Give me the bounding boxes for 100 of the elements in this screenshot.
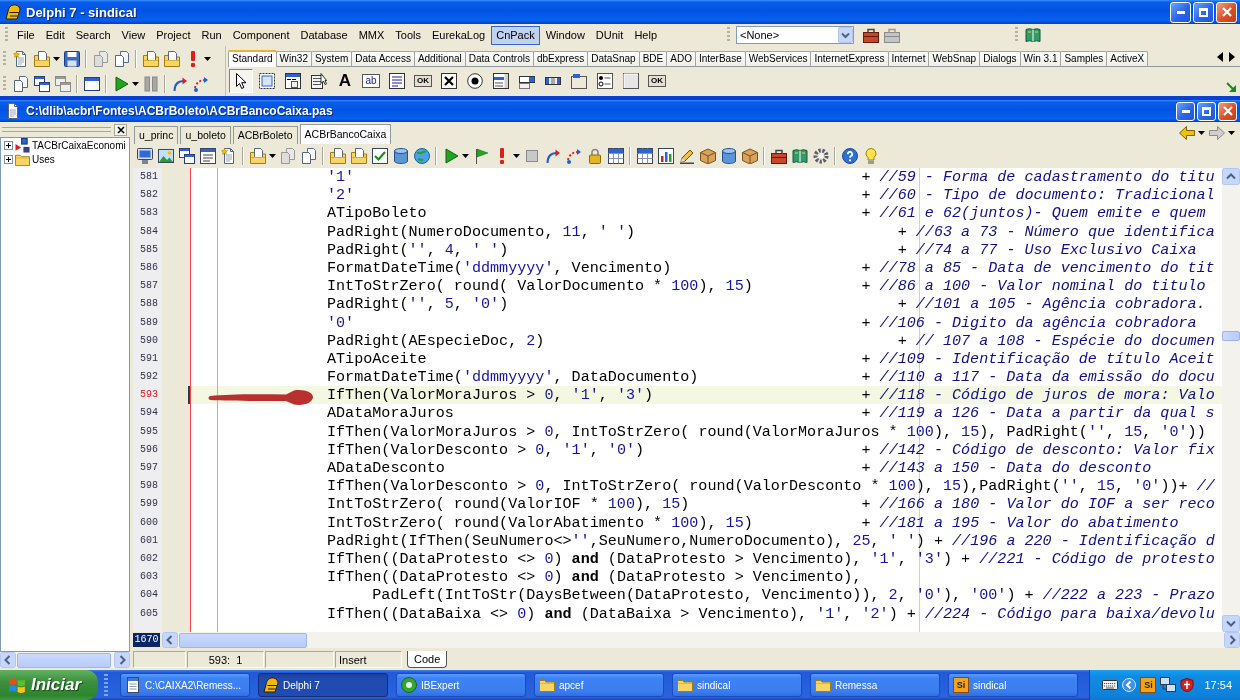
folder-document-icon[interactable] xyxy=(329,148,346,164)
palette-tab[interactable]: Additional xyxy=(413,51,466,66)
tick-box-icon[interactable] xyxy=(371,148,388,164)
box-icon[interactable] xyxy=(741,148,758,164)
dropdown-icon[interactable] xyxy=(838,27,853,43)
palette-tab[interactable]: dbExpress xyxy=(532,51,589,66)
picture-icon[interactable] xyxy=(157,148,174,164)
menu-item[interactable]: View xyxy=(116,25,151,45)
palette-tab[interactable]: Internet xyxy=(887,51,930,66)
layout-combo-box[interactable]: <None> xyxy=(736,26,854,44)
menu-item[interactable]: Search xyxy=(70,25,116,45)
box-icon[interactable] xyxy=(699,148,716,164)
minimize-button[interactable] xyxy=(1170,1,1191,23)
gear-icon[interactable] xyxy=(812,148,829,164)
palette-tab[interactable]: Data Access xyxy=(351,51,415,66)
palette-tab[interactable]: ActiveX xyxy=(1106,51,1149,66)
monitor-icon[interactable] xyxy=(136,148,153,164)
scrollbar-thumb[interactable] xyxy=(179,632,307,648)
grid-icon[interactable] xyxy=(607,148,624,164)
component-button[interactable] xyxy=(229,69,253,93)
documents-icon[interactable] xyxy=(113,50,130,67)
palette-tab[interactable]: Data Controls xyxy=(464,51,534,66)
bar-chart-icon[interactable] xyxy=(657,148,674,164)
maximize-button[interactable] xyxy=(1193,1,1214,23)
menu-item[interactable]: File xyxy=(12,25,40,45)
dotted-arrow-icon[interactable] xyxy=(192,75,209,92)
tree-item[interactable]: TACBrCaixaEconomi xyxy=(32,139,126,151)
folder-document-icon[interactable] xyxy=(163,50,180,67)
menu-item[interactable]: Edit xyxy=(40,25,70,45)
caret-icon[interactable] xyxy=(132,81,139,86)
database-icon[interactable] xyxy=(720,148,737,164)
list-icon[interactable] xyxy=(199,148,216,164)
pencil-icon[interactable] xyxy=(678,148,695,164)
play-icon[interactable] xyxy=(442,148,459,164)
taskbar-button[interactable]: Si sindical xyxy=(948,673,1078,697)
component-button[interactable]: ab xyxy=(359,69,383,93)
exclamation-icon[interactable] xyxy=(498,148,505,164)
menu-item[interactable]: Run xyxy=(196,25,227,45)
minimize-button[interactable] xyxy=(1176,101,1195,121)
keyboard-icon[interactable] xyxy=(1102,677,1119,693)
windows-icon[interactable] xyxy=(33,75,50,92)
book-icon[interactable] xyxy=(791,148,808,164)
component-button[interactable]: A xyxy=(333,69,357,93)
left-arrow-icon[interactable] xyxy=(1178,125,1195,141)
exclamation-icon[interactable] xyxy=(189,50,196,67)
menu-item[interactable]: Component xyxy=(227,25,295,45)
curved-arrow-icon[interactable] xyxy=(171,75,188,92)
component-button[interactable]: OK xyxy=(411,69,435,93)
menu-item[interactable]: EurekaLog xyxy=(427,25,491,45)
palette-tab[interactable]: Dialogs xyxy=(979,51,1021,66)
palette-tab[interactable]: ADO xyxy=(666,51,696,66)
plus-box-icon[interactable] xyxy=(4,140,13,150)
menu-item[interactable]: Database xyxy=(295,25,353,45)
computers-icon[interactable] xyxy=(1160,677,1177,693)
editor-tab[interactable]: ACBrBancoCaixa xyxy=(299,124,392,144)
caret-icon[interactable] xyxy=(53,56,60,61)
folder-document-icon[interactable] xyxy=(142,50,159,67)
right-triangle-icon[interactable] xyxy=(1229,52,1235,62)
editor-tab[interactable]: u_princ xyxy=(134,126,179,144)
plus-box-icon[interactable] xyxy=(4,154,13,164)
caret-icon[interactable] xyxy=(204,56,211,61)
folder-document-icon[interactable] xyxy=(33,50,50,67)
grid-icon[interactable] xyxy=(636,148,653,164)
windows-icon[interactable] xyxy=(178,148,195,164)
palette-tab[interactable]: Win32 xyxy=(275,51,312,66)
caret-icon[interactable] xyxy=(269,154,276,158)
diagonal-arrow-icon[interactable] xyxy=(1226,82,1236,92)
window-icon[interactable] xyxy=(83,75,100,92)
taskbar-button[interactable]: IBExpert xyxy=(396,673,526,697)
editor-tab[interactable]: ACBrBoleto xyxy=(232,126,298,144)
taskbar-button[interactable]: Delphi 7 xyxy=(258,673,388,697)
folder-document-icon[interactable] xyxy=(350,148,367,164)
palette-tab[interactable]: DataSnap xyxy=(587,51,640,66)
palette-tab[interactable]: System xyxy=(310,51,353,66)
dotted-arrow-icon[interactable] xyxy=(565,148,582,164)
menu-item[interactable]: Project xyxy=(151,25,196,45)
maximize-button[interactable] xyxy=(1197,101,1216,121)
left-triangle-icon[interactable] xyxy=(1217,52,1223,62)
play-icon[interactable] xyxy=(112,75,129,92)
menu-item[interactable]: Tools xyxy=(390,25,426,45)
caret-icon[interactable] xyxy=(1198,131,1205,135)
scrollbar-thumb[interactable] xyxy=(17,652,111,668)
padlock-icon[interactable] xyxy=(586,148,603,164)
shield-icon[interactable] xyxy=(1180,678,1195,692)
taskbar-button[interactable]: apcef xyxy=(534,673,664,697)
palette-tab[interactable]: Samples xyxy=(1060,51,1108,66)
taskbar-button[interactable]: sindical xyxy=(672,673,802,697)
toolbox-icon[interactable] xyxy=(770,148,787,164)
taskbar-button[interactable]: Remessa xyxy=(810,673,940,697)
taskbar-button[interactable]: C:\CAIXA2\Remess... xyxy=(120,673,250,697)
menu-item[interactable]: Window xyxy=(540,25,590,45)
editor-tab[interactable]: u_boleto xyxy=(180,126,231,144)
folder-document-icon[interactable] xyxy=(249,148,266,164)
menu-item[interactable]: MMX xyxy=(353,25,390,45)
documents-icon[interactable] xyxy=(300,148,317,164)
database-icon[interactable] xyxy=(392,148,409,164)
palette-tab[interactable]: InternetExpress xyxy=(810,51,889,66)
palette-tab[interactable]: Standard xyxy=(228,50,277,67)
app-badge[interactable]: Si xyxy=(1140,677,1157,693)
curved-arrow-icon[interactable] xyxy=(544,148,561,164)
